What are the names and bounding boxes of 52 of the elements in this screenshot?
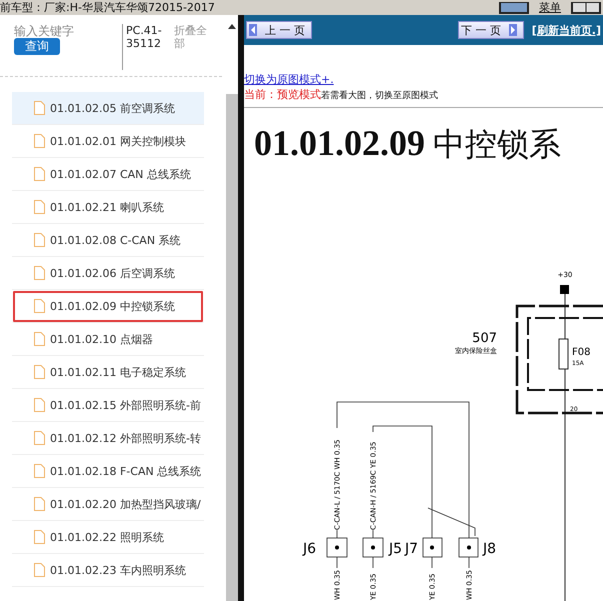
tree-item[interactable]: 01.01.02.07 CAN 总线系统	[12, 158, 204, 191]
tree-item[interactable]: 01.01.02.18 F-CAN 总线系统	[12, 455, 204, 488]
file-icon	[34, 134, 45, 148]
scroll-up-icon[interactable]	[228, 23, 236, 29]
right-arrow-icon	[508, 24, 517, 36]
prev-page-button[interactable]: 上 一 页	[246, 21, 312, 39]
tree-item[interactable]: 01.01.02.21 喇叭系统	[12, 191, 204, 224]
file-icon	[34, 563, 45, 577]
tree-item[interactable]: 01.01.02.06 后空调系统	[12, 257, 204, 290]
file-icon	[34, 299, 45, 313]
file-icon	[34, 431, 45, 445]
file-icon	[34, 233, 45, 247]
file-icon	[34, 101, 45, 115]
tree-item[interactable]: 01.01.02.20 加热型挡风玻璃/	[12, 488, 204, 521]
search-button[interactable]: 查询	[14, 38, 60, 55]
file-icon	[34, 332, 45, 346]
tree-item[interactable]: 01.01.02.22 照明系统	[12, 521, 204, 554]
original-mode-link[interactable]: 切换为原图模式+.	[244, 72, 334, 87]
connector-label: J5	[389, 541, 402, 557]
window-icon[interactable]	[571, 2, 601, 14]
tree-item[interactable]: 01.01.02.01 网关控制模块	[12, 125, 204, 158]
supply-terminal	[560, 285, 569, 294]
tree-item[interactable]: 01.01.02.23 车内照明系统	[12, 554, 204, 587]
file-icon	[34, 200, 45, 214]
code-text: PC.41-35112	[122, 24, 168, 70]
tree-item[interactable]: 01.01.02.09 中控锁系统	[12, 290, 204, 323]
connector-label: J8	[483, 541, 496, 557]
file-icon	[34, 167, 45, 181]
file-icon	[34, 266, 45, 280]
file-icon	[34, 398, 45, 412]
file-icon	[34, 464, 45, 478]
menu-link[interactable]: 菜单	[539, 0, 561, 15]
fuse-id: F08	[572, 347, 590, 358]
file-icon	[34, 530, 45, 544]
next-page-button[interactable]: 下 一 页	[458, 21, 524, 39]
connector-label: J7	[404, 541, 418, 557]
fuse-box-number: 507	[472, 331, 497, 346]
file-icon	[34, 365, 45, 379]
tree-item[interactable]: 01.01.02.08 C-CAN 系统	[12, 224, 204, 257]
tree-item[interactable]: 01.01.02.10 点烟器	[12, 323, 204, 356]
page-heading: 01.01.02.09 中控锁系	[253, 122, 562, 165]
vehicle-model-text: 前车型：厂家:H-华晨汽车华颂72015-2017	[0, 0, 215, 15]
mode-hint-text: 若需看大图，切换至原图模式	[321, 90, 438, 102]
tree-item[interactable]: 01.01.02.12 外部照明系统-转	[12, 422, 204, 455]
tree-item[interactable]: 01.01.02.05 前空调系统	[12, 92, 204, 125]
refresh-link[interactable]: [刷新当前页.]	[532, 22, 601, 38]
tree-item[interactable]: 01.01.02.15 外部照明系统-前	[12, 389, 204, 422]
left-arrow-icon	[249, 24, 257, 36]
file-icon	[34, 497, 45, 511]
tree-item[interactable]: 01.01.02.11 电子稳定系统	[12, 356, 204, 389]
current-mode-text: 当前：预览模式	[244, 87, 321, 102]
connector-label: J6	[302, 541, 316, 557]
